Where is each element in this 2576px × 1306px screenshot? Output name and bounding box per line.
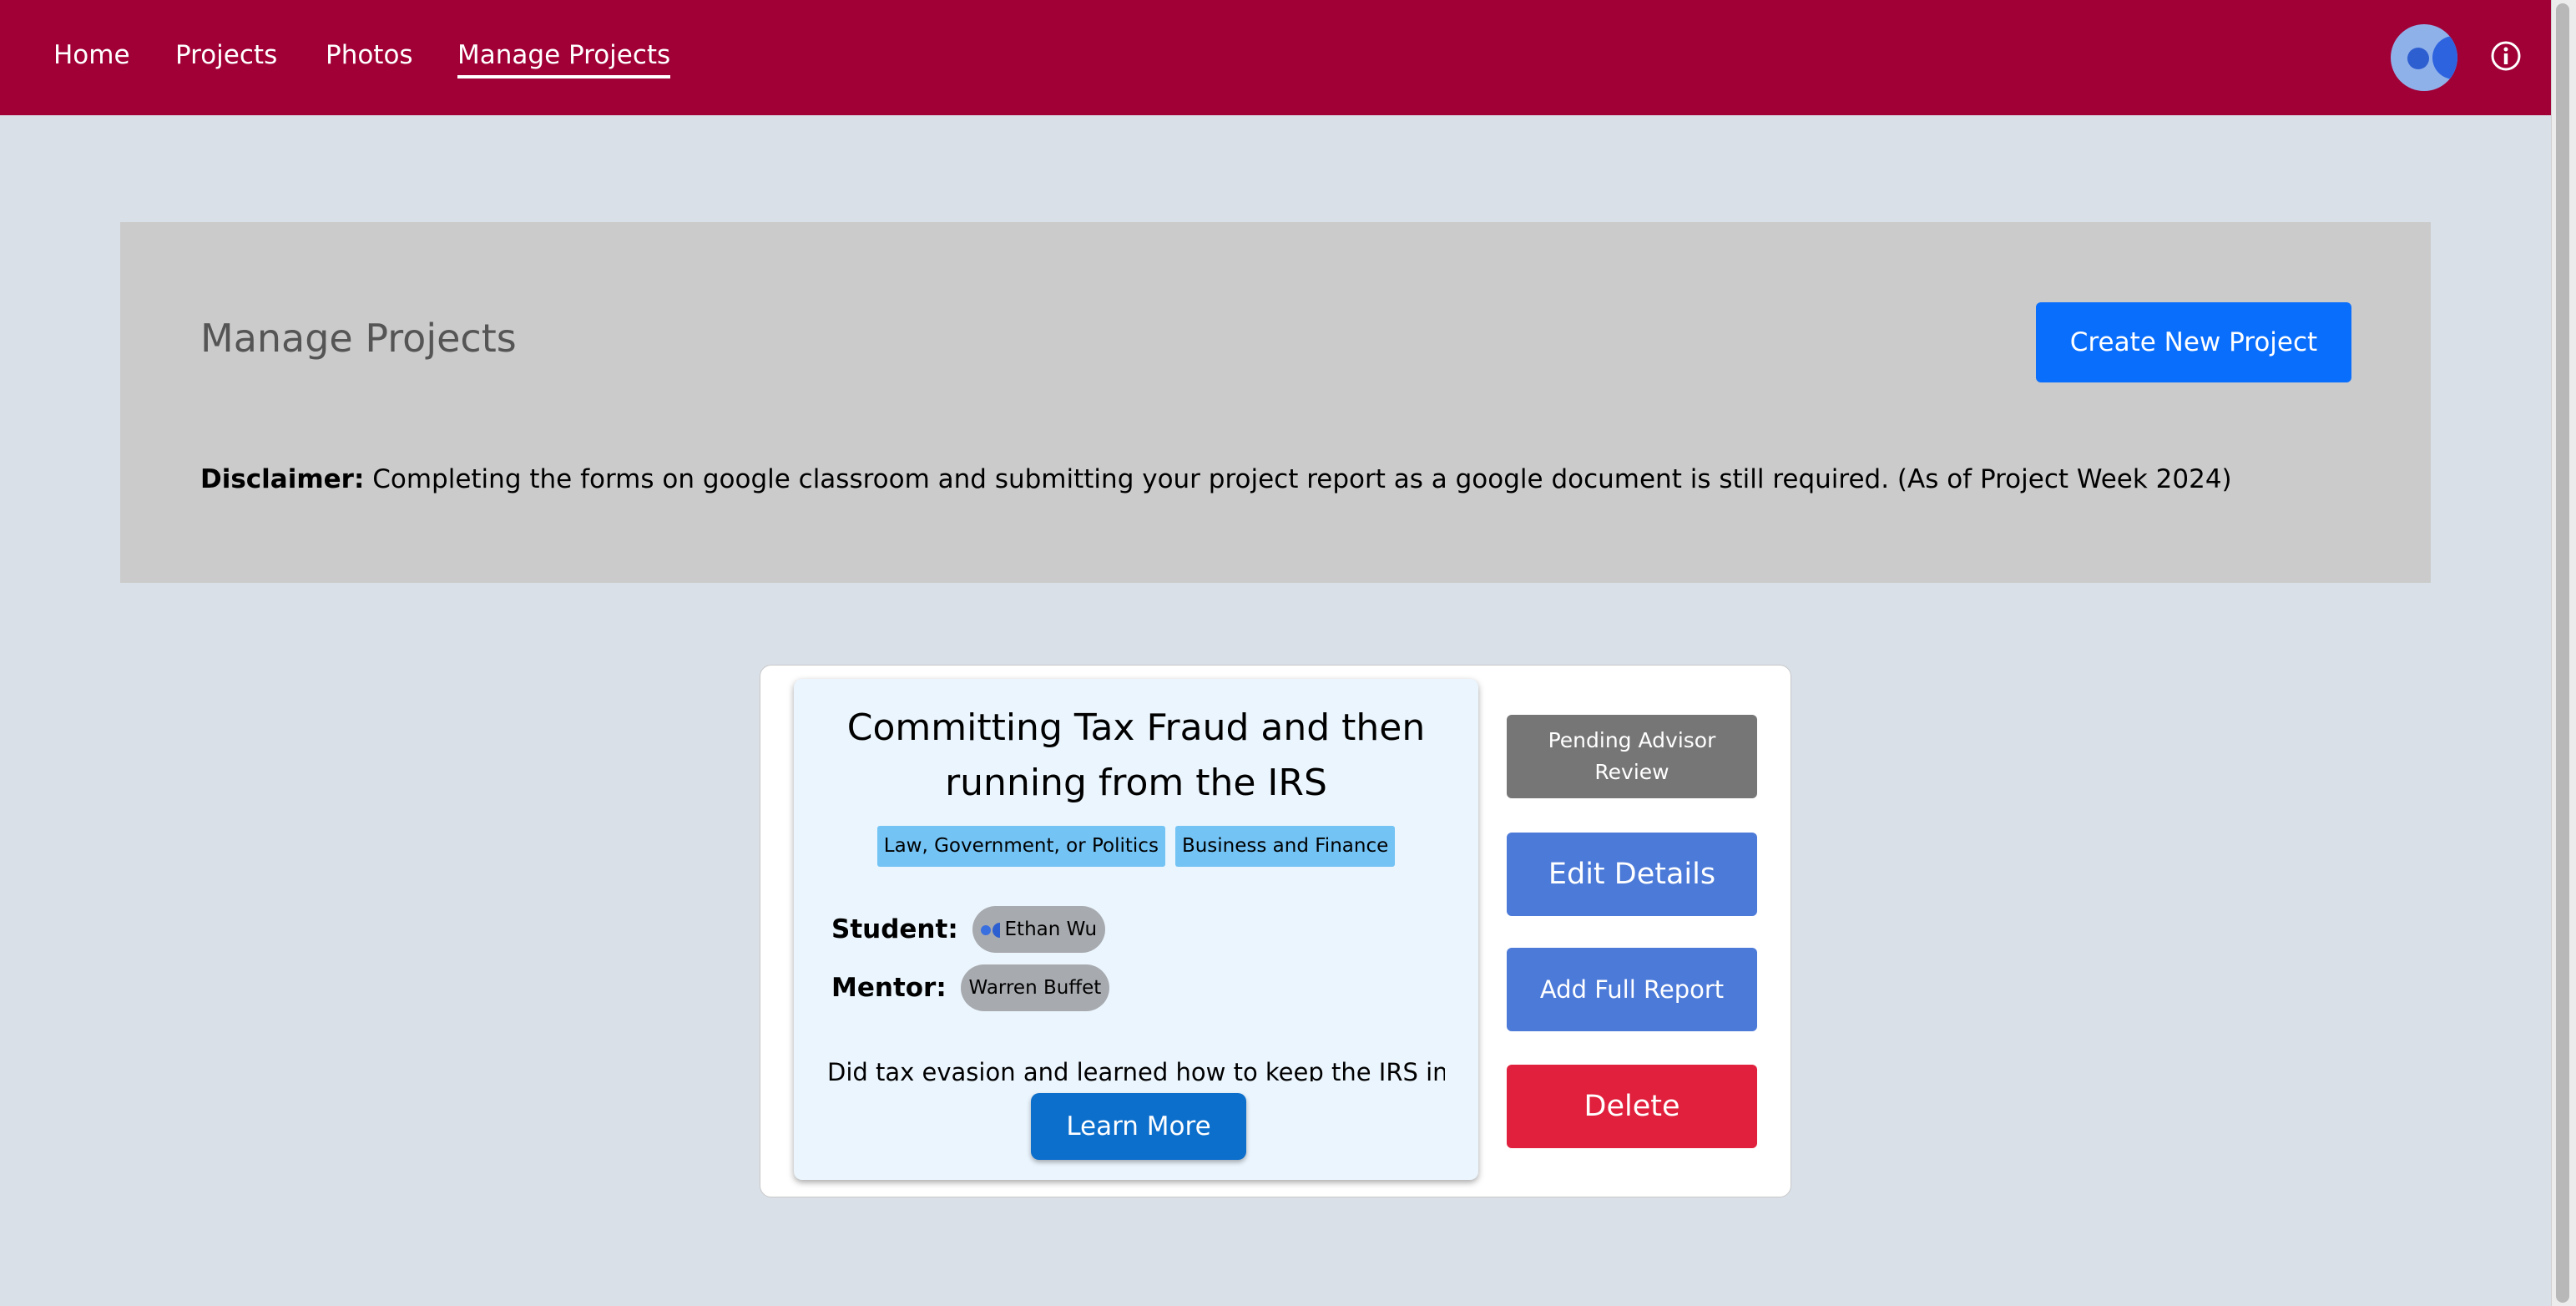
disclaimer-body: Completing the forms on google classroom… xyxy=(364,464,2232,494)
student-label: Student: xyxy=(831,914,958,944)
student-name: Ethan Wu xyxy=(1004,919,1098,940)
edit-details-button[interactable]: Edit Details xyxy=(1507,833,1757,916)
mentor-label: Mentor: xyxy=(831,973,947,1003)
project-card: Committing Tax Fraud and then running fr… xyxy=(760,665,1791,1197)
mentor-row: Mentor: Warren Buffet xyxy=(831,964,1110,1011)
project-title: Committing Tax Fraud and then running fr… xyxy=(846,706,1426,804)
info-icon[interactable] xyxy=(2490,40,2522,72)
student-chip[interactable]: Ethan Wu xyxy=(972,906,1106,953)
status-badge: Pending Advisor Review xyxy=(1507,715,1757,798)
scrollbar-thumb[interactable] xyxy=(2556,3,2569,1303)
project-description: Did tax evasion and learned how to keep … xyxy=(827,1058,1445,1081)
page-title: Manage Projects xyxy=(200,316,517,361)
header-panel: Manage Projects Create New Project Discl… xyxy=(120,222,2431,583)
nav-photos-link[interactable]: Photos xyxy=(326,37,413,73)
mentor-chip[interactable]: Warren Buffet xyxy=(960,964,1110,1011)
student-avatar-icon xyxy=(980,924,991,935)
delete-button[interactable]: Delete xyxy=(1507,1065,1757,1148)
student-row: Student: Ethan Wu xyxy=(831,906,1106,953)
nav-projects-link[interactable]: Projects xyxy=(175,37,277,73)
project-summary-card: Committing Tax Fraud and then running fr… xyxy=(794,679,1478,1180)
create-new-project-button[interactable]: Create New Project xyxy=(2036,302,2351,382)
top-navbar: Home Projects Photos Manage Projects xyxy=(0,0,2551,115)
nav-home-link[interactable]: Home xyxy=(53,37,130,73)
mentor-name: Warren Buffet xyxy=(968,977,1102,999)
nav-manage-projects-link[interactable]: Manage Projects xyxy=(457,37,671,78)
tag-law: Law, Government, or Politics xyxy=(876,826,1165,867)
learn-more-button[interactable]: Learn More xyxy=(1031,1093,1246,1160)
disclaimer-text: Disclaimer: Completing the forms on goog… xyxy=(200,464,2232,494)
user-avatar[interactable] xyxy=(2391,24,2457,91)
project-tags: Law, Government, or Politics Business an… xyxy=(794,826,1478,867)
tag-business: Business and Finance xyxy=(1174,826,1396,867)
disclaimer-label: Disclaimer: xyxy=(200,464,365,494)
add-full-report-button[interactable]: Add Full Report xyxy=(1507,948,1757,1031)
